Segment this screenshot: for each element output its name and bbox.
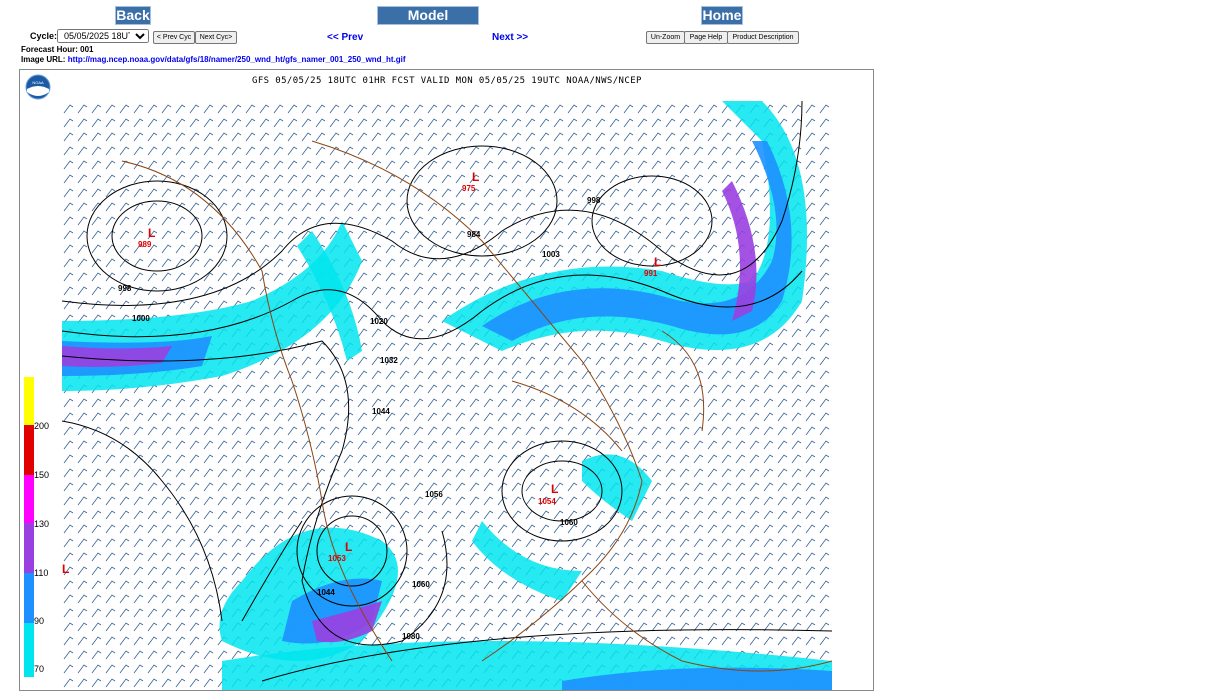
noaa-logo-icon: NOAA xyxy=(25,74,51,100)
contour-label: 1056 xyxy=(425,490,443,499)
contour-label: 1044 xyxy=(317,588,335,597)
low-pressure-marker: L xyxy=(148,226,155,240)
contour-label: 984 xyxy=(467,230,481,239)
forecast-hour-line: Forecast Hour: 001 xyxy=(21,45,94,54)
image-url-line: Image URL: http://mag.ncep.noaa.gov/data… xyxy=(21,55,406,64)
scale-label-200: 200 xyxy=(34,421,50,431)
contour-label: 1020 xyxy=(370,317,388,326)
contour-label: 1000 xyxy=(132,314,150,323)
low-pressure-marker: L xyxy=(654,255,661,269)
model-guidance-button[interactable]: Model Guidance xyxy=(377,6,479,40)
scale-label-110: 110 xyxy=(34,568,49,578)
prev-cycle-button[interactable]: < Prev Cyc xyxy=(153,31,195,44)
contour-label: 1060 xyxy=(412,580,430,589)
low-pressure-marker: L xyxy=(345,540,352,554)
weather-map-image[interactable]: GFS 05/05/25 18UTC 01HR FCST VALID MON 0… xyxy=(19,69,874,691)
low-pressure-value: 989 xyxy=(138,240,152,249)
low-pressure-marker: L xyxy=(551,482,558,496)
contour-label: 1003 xyxy=(542,250,560,259)
home-button[interactable]: Home xyxy=(701,6,743,25)
contour-label: 1032 xyxy=(380,356,398,365)
contour-label: 1060 xyxy=(560,518,578,527)
image-url-link[interactable]: http://mag.ncep.noaa.gov/data/gfs/18/nam… xyxy=(68,55,406,64)
low-pressure-value: 1054 xyxy=(538,497,556,506)
page-help-button[interactable]: Page Help xyxy=(684,31,728,44)
low-pressure-marker: L xyxy=(62,562,69,576)
low-pressure-value: 975 xyxy=(462,184,476,193)
back-button[interactable]: Back xyxy=(115,6,151,25)
low-pressure-value: 991 xyxy=(644,269,658,278)
cycle-label: Cycle: xyxy=(30,31,58,41)
contour-label: 998 xyxy=(587,196,601,205)
contour-label: 998 xyxy=(118,284,132,293)
low-pressure-value: 1053 xyxy=(328,554,346,563)
contour-label: 1080 xyxy=(402,632,420,641)
next-cycle-button[interactable]: Next Cyc> xyxy=(195,31,237,44)
map-plot: 998 1000 1003 984 998 1020 1032 1044 105… xyxy=(62,101,832,690)
prev-link[interactable]: << Prev xyxy=(327,32,363,43)
cycle-select[interactable]: 05/05/2025 18UTC xyxy=(57,29,149,43)
scale-label-70: 70 xyxy=(34,664,45,674)
forecast-hour-label: Forecast Hour: xyxy=(21,45,78,54)
image-url-label: Image URL: xyxy=(21,55,66,64)
low-pressure-marker: L xyxy=(472,170,479,184)
next-link[interactable]: Next >> xyxy=(492,32,528,43)
noaa-logo-text: NOAA xyxy=(32,80,44,85)
contour-label: 1044 xyxy=(372,407,390,416)
product-description-button[interactable]: Product Description xyxy=(727,31,799,44)
wind-speed-scale xyxy=(24,377,34,677)
forecast-hour-value: 001 xyxy=(80,45,94,54)
scale-label-130: 130 xyxy=(34,519,50,529)
map-title: GFS 05/05/25 18UTC 01HR FCST VALID MON 0… xyxy=(252,76,642,86)
scale-label-90: 90 xyxy=(34,616,45,626)
unzoom-button[interactable]: Un-Zoom xyxy=(646,31,685,44)
scale-label-150: 150 xyxy=(34,470,50,480)
